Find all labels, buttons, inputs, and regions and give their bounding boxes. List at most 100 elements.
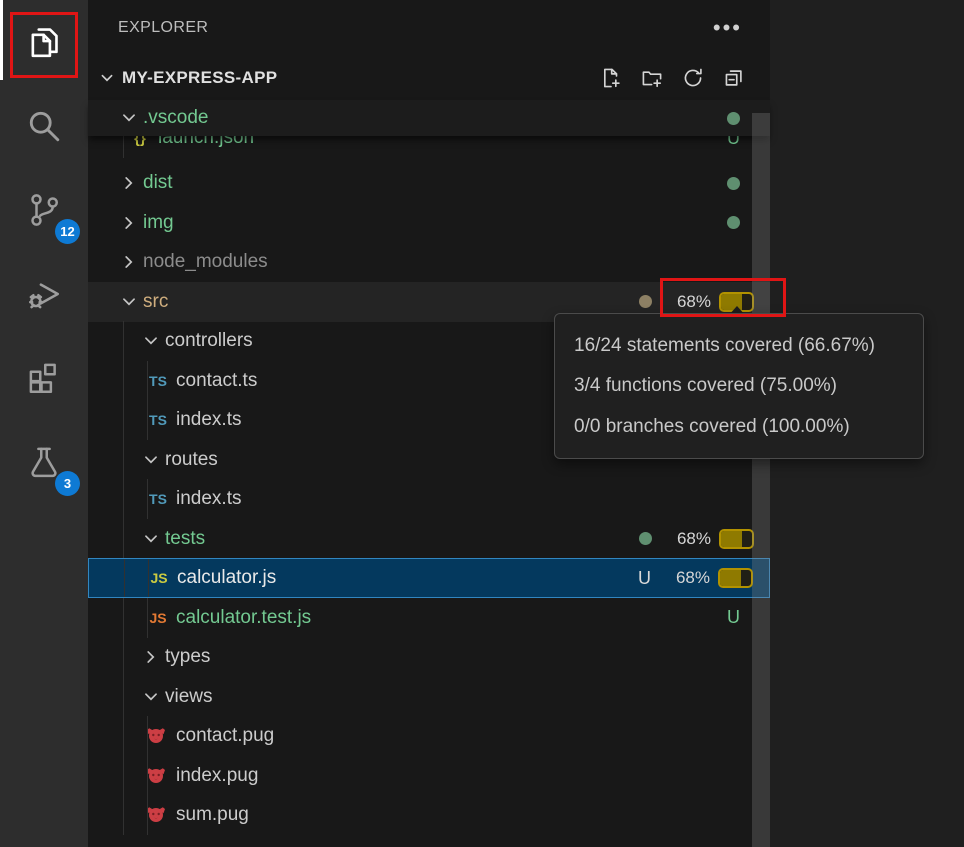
pug-icon [146, 806, 170, 824]
chevron-right-icon [120, 253, 138, 271]
indent-guide [148, 559, 149, 597]
testing-badge: 3 [55, 471, 80, 496]
file-tree: .vscode{}launch.jsonUdistimgnode_modules… [88, 100, 770, 847]
javascript-test-icon: JS [146, 610, 170, 626]
chevron-down-icon [120, 109, 138, 127]
tree-item-index.ts[interactable]: TSindex.ts [88, 479, 770, 519]
sidebar-title: EXPLORER [118, 19, 208, 37]
indent-guide [123, 795, 124, 835]
indent-guide [123, 321, 124, 361]
workspace-name: MY-EXPRESS-APP [122, 68, 277, 88]
git-untracked-dot [727, 112, 740, 125]
tree-scrollbar[interactable] [752, 113, 770, 847]
item-label: dist [143, 172, 173, 194]
activitybar-item-source-control[interactable]: 12 [0, 168, 88, 252]
coverage-badge[interactable]: 68% [677, 529, 754, 549]
activity-bar: 12 3 [0, 0, 88, 847]
item-label: controllers [165, 330, 253, 352]
tree-item-.vscode[interactable]: .vscode [88, 100, 770, 136]
run-debug-icon [24, 274, 64, 314]
activitybar-item-testing[interactable]: 3 [0, 420, 88, 504]
git-untracked-dot [727, 216, 740, 229]
chevron-down-icon [142, 688, 160, 706]
chevron-down-icon [120, 293, 138, 311]
chevron-down-icon [98, 69, 116, 87]
tree-item-dist[interactable]: dist [88, 163, 770, 203]
tooltip-line: 16/24 statements covered (66.67%) [555, 335, 923, 357]
indent-guide [123, 637, 124, 677]
indent-guide [147, 598, 148, 638]
chevron-right-icon [120, 214, 138, 232]
item-label: calculator.js [177, 567, 276, 589]
indent-guide [123, 400, 124, 440]
tree-item-tests[interactable]: tests 68% [88, 519, 770, 559]
indent-guide [124, 559, 125, 597]
activitybar-item-search[interactable] [0, 84, 88, 168]
extensions-icon [24, 358, 64, 398]
pug-icon [146, 727, 170, 745]
typescript-icon: TS [146, 373, 170, 389]
typescript-icon: TS [146, 491, 170, 507]
collapse-all-button[interactable] [722, 66, 746, 90]
item-label: routes [165, 449, 218, 471]
activitybar-item-explorer[interactable] [0, 0, 88, 84]
coverage-badge[interactable]: 68% [676, 568, 753, 588]
workspace-root-row[interactable]: MY-EXPRESS-APP [88, 56, 770, 100]
activitybar-item-run-debug[interactable] [0, 252, 88, 336]
item-label: types [165, 646, 210, 668]
item-label: .vscode [143, 107, 208, 129]
chevron-right-icon [142, 648, 160, 666]
item-label: index.pug [176, 765, 258, 787]
tree-item-views[interactable]: views [88, 677, 770, 717]
coverage-tooltip: 16/24 statements covered (66.67%)3/4 fun… [554, 313, 924, 459]
indent-guide [147, 400, 148, 440]
refresh-icon [682, 67, 704, 89]
search-icon [23, 105, 65, 147]
item-label: src [143, 291, 168, 313]
chevron-down-icon [142, 451, 160, 469]
item-label: sum.pug [176, 804, 249, 826]
chevron-right-icon [120, 174, 138, 192]
indent-guide [123, 677, 124, 717]
git-untracked-badge: U [727, 607, 740, 628]
tree-item-img[interactable]: img [88, 203, 770, 243]
indent-guide [147, 716, 148, 756]
tree-item-contact.pug[interactable]: contact.pug [88, 716, 770, 756]
new-file-button[interactable] [599, 66, 623, 90]
git-modified-dot [639, 295, 652, 308]
indent-guide [123, 519, 124, 559]
indent-guide [123, 598, 124, 638]
git-untracked-dot [639, 532, 652, 545]
tree-item-node-modules[interactable]: node_modules [88, 242, 770, 282]
item-label: contact.pug [176, 725, 274, 747]
indent-guide [147, 479, 148, 519]
chevron-down-icon [142, 530, 160, 548]
indent-guide [123, 756, 124, 796]
indent-guide [123, 361, 124, 401]
sidebar-header: EXPLORER ••• [88, 0, 770, 56]
pug-icon [146, 767, 170, 785]
source-control-badge: 12 [55, 219, 80, 244]
explorer-sidebar: EXPLORER ••• MY-EXPRESS-APP .vscode{}lau… [88, 0, 770, 847]
indent-guide [147, 795, 148, 835]
item-label: img [143, 212, 174, 234]
item-label: index.ts [176, 409, 241, 431]
indent-guide [147, 756, 148, 796]
item-label: views [165, 686, 213, 708]
tree-item-index.pug[interactable]: index.pug [88, 756, 770, 796]
indent-guide [123, 440, 124, 480]
new-folder-button[interactable] [640, 66, 664, 90]
refresh-button[interactable] [681, 66, 705, 90]
tree-item-types[interactable]: types [88, 637, 770, 677]
activitybar-item-extensions[interactable] [0, 336, 88, 420]
tree-item-sum.pug[interactable]: sum.pug [88, 795, 770, 835]
item-label: contact.ts [176, 370, 257, 392]
item-label: tests [165, 528, 205, 550]
item-label: node_modules [143, 251, 268, 273]
javascript-icon: JS [147, 570, 171, 586]
coverage-percent: 68% [677, 292, 711, 312]
coverage-percent: 68% [677, 529, 711, 549]
tree-item-calculator.js[interactable]: JScalculator.jsU 68% [88, 558, 770, 598]
tree-item-calculator.test.js[interactable]: JScalculator.test.jsU [88, 598, 770, 638]
more-actions-icon[interactable]: ••• [713, 23, 742, 33]
